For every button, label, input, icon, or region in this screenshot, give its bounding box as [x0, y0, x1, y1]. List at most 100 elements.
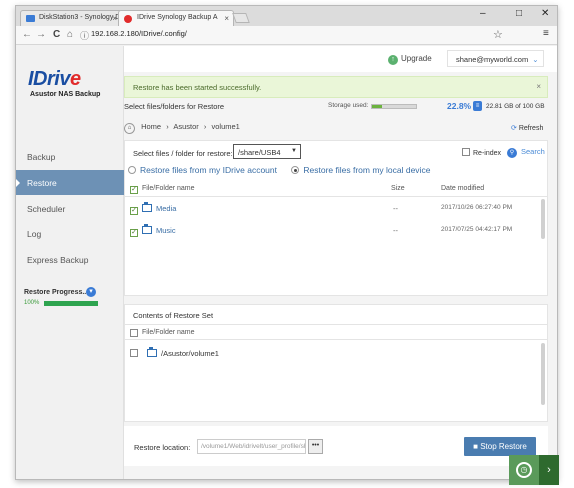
column-modified: Date modified — [441, 185, 485, 192]
checkbox-icon: ✓ — [130, 207, 138, 215]
restore-footer: Restore location: /volume1/Web/idrivelt/… — [124, 426, 548, 466]
column-name: File/Folder name — [142, 185, 195, 192]
chevron-down-icon: ⌄ — [532, 55, 539, 64]
checkbox-icon: ✓ — [130, 229, 138, 237]
breadcrumb-volume1: volume1 — [211, 122, 240, 131]
close-window-icon[interactable]: ✕ — [541, 8, 549, 19]
row-checkbox[interactable]: ✓ — [130, 204, 141, 215]
stop-restore-button[interactable]: ■ Stop Restore — [464, 437, 536, 456]
scrollbar[interactable] — [541, 199, 545, 239]
select-all-checkbox[interactable]: ✓ — [130, 185, 141, 194]
close-tab-icon[interactable]: × — [224, 14, 229, 23]
tab-diskstation[interactable]: DiskStation3 - Synology D × — [20, 10, 122, 26]
forward-icon[interactable]: → — [36, 29, 46, 40]
database-icon: ≡ — [473, 101, 482, 111]
table-row[interactable]: ✓ Media -- 2017/10/26 06:27:40 PM — [125, 198, 547, 220]
minimize-icon[interactable]: – — [480, 8, 486, 19]
folder-name[interactable]: Music — [142, 224, 176, 235]
tab-strip: DiskStation3 - Synology D × IDrive Synol… — [16, 6, 557, 26]
browser-window: DiskStation3 - Synology D × IDrive Synol… — [15, 5, 558, 480]
radio-idrive-account[interactable]: Restore files from my IDrive account — [128, 165, 277, 175]
sidebar-item-express-backup[interactable]: Express Backup — [16, 247, 124, 272]
radio-label: Restore files from my IDrive account — [140, 165, 277, 175]
logo-subtitle: Asustor NAS Backup — [30, 91, 101, 98]
storage-bar — [371, 104, 417, 109]
dropdown-arrow-icon: ▼ — [291, 148, 297, 154]
list-item[interactable]: /Asustor/volume1 — [125, 343, 547, 365]
radio-icon — [291, 166, 300, 174]
sidebar-item-scheduler[interactable]: Scheduler — [16, 196, 124, 221]
scrollbar[interactable] — [541, 343, 545, 405]
folder-size: -- — [393, 204, 398, 213]
breadcrumb: ⌂ Home › Asustor › volume1 — [124, 122, 240, 134]
new-tab-button[interactable] — [232, 13, 250, 23]
maximize-icon[interactable]: □ — [516, 8, 522, 19]
reindex-checkbox[interactable]: Re-index — [462, 148, 501, 157]
browser-menu-icon[interactable]: ≡ — [543, 28, 549, 39]
checkbox-icon — [130, 349, 138, 357]
account-email: shane@myworld.com — [456, 55, 529, 64]
breadcrumb-separator: › — [166, 122, 169, 131]
breadcrumb-separator: › — [203, 122, 207, 131]
sidebar-item-log[interactable]: Log — [16, 221, 124, 246]
success-banner: Restore has been started successfully. × — [124, 76, 548, 98]
refresh-button[interactable]: ⟳ Refresh — [511, 124, 543, 132]
restore-location-input[interactable]: /volume1/Web/idrivelt/user_profile/sha — [197, 439, 306, 454]
account-dropdown[interactable]: shane@myworld.com ⌄ — [447, 50, 544, 67]
url-input[interactable]: 192.168.2.180/IDrive/.config/ — [91, 29, 187, 38]
restore-progress-fill — [44, 301, 98, 306]
storage-percent: 22.8% — [447, 101, 472, 111]
restore-location-label: Restore location: — [134, 443, 191, 452]
info-icon[interactable]: ⓘ — [80, 29, 89, 42]
tab-idrive[interactable]: IDrive Synology Backup A × — [118, 10, 234, 26]
chevron-down-icon[interactable]: ▾ — [86, 287, 96, 297]
folder-select-label: Select files / folder for restore: — [133, 149, 233, 158]
browse-button[interactable]: ••• — [308, 439, 323, 454]
status-widget[interactable]: ◷ — [509, 455, 539, 485]
idrive-logo: IDrive — [28, 68, 81, 91]
sidebar: IDrive Asustor NAS Backup Backup Restore… — [16, 46, 124, 479]
breadcrumb-home[interactable]: Home — [141, 122, 161, 131]
bookmark-star-icon[interactable]: ☆ — [493, 28, 503, 41]
breadcrumb-asustor[interactable]: Asustor — [173, 122, 198, 131]
restore-set-panel: Contents of Restore Set File/Folder name… — [124, 304, 548, 422]
stop-icon: ■ — [473, 442, 478, 451]
folder-name[interactable]: Media — [142, 202, 176, 213]
radio-local-device[interactable]: Restore files from my local device — [291, 165, 430, 175]
radio-icon — [128, 166, 136, 174]
upgrade-button[interactable]: ↑ Upgrade — [388, 54, 432, 65]
reload-icon[interactable]: C — [53, 29, 60, 40]
home-icon[interactable]: ⌂ — [124, 123, 135, 134]
expand-widget-button[interactable]: › — [539, 455, 559, 485]
storage-bar-fill — [372, 105, 383, 108]
search-button[interactable]: ⚲ Search — [507, 147, 545, 158]
select-all-checkbox[interactable] — [130, 329, 141, 338]
folder-select[interactable]: /share/USB4 ▼ — [233, 144, 301, 159]
restore-set-header: File/Folder name — [125, 324, 547, 340]
restore-set-title: Contents of Restore Set — [133, 311, 214, 320]
search-icon: ⚲ — [507, 148, 517, 158]
folder-modified: 2017/07/25 04:42:17 PM — [441, 226, 513, 233]
folder-size: -- — [393, 226, 398, 235]
folder-name-label: Music — [156, 226, 176, 235]
banner-message: Restore has been started successfully. — [133, 83, 262, 92]
restore-progress-bar — [44, 301, 98, 306]
restore-progress-label: Restore Progress... — [24, 289, 89, 296]
reindex-label: Re-index — [473, 150, 502, 157]
sidebar-item-backup[interactable]: Backup — [16, 144, 124, 169]
address-bar: ← → C ⌂ ⓘ 192.168.2.180/IDrive/.config/ … — [16, 26, 557, 45]
logo-text: IDriv — [28, 68, 70, 90]
table-row[interactable]: ✓ Music -- 2017/07/25 04:42:17 PM — [125, 220, 547, 242]
home-icon[interactable]: ⌂ — [67, 29, 73, 40]
close-tab-icon[interactable]: × — [112, 14, 117, 23]
row-checkbox[interactable] — [130, 349, 141, 358]
storage-label: Storage used: — [328, 102, 369, 109]
close-icon[interactable]: × — [536, 82, 541, 91]
search-label: Search — [521, 147, 545, 156]
clock-icon: ◷ — [516, 462, 532, 478]
row-checkbox[interactable]: ✓ — [130, 226, 141, 237]
synology-favicon-icon — [26, 15, 35, 22]
sidebar-item-restore[interactable]: Restore — [16, 170, 124, 195]
radio-label: Restore files from my local device — [303, 165, 431, 175]
back-icon[interactable]: ← — [22, 29, 32, 40]
